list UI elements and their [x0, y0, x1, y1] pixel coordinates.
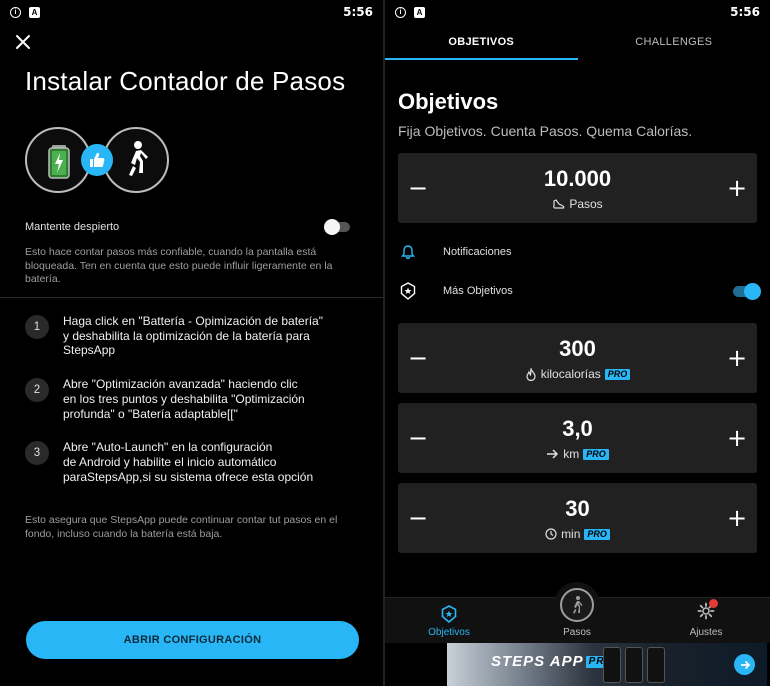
- phone-image: [647, 647, 665, 683]
- tab-challenges[interactable]: CHALLENGES: [578, 24, 770, 60]
- arrow-right-icon[interactable]: [734, 654, 755, 675]
- step-number: 1: [25, 315, 49, 339]
- gear-icon: [697, 599, 718, 623]
- more-goals-row: Más Objetivos: [398, 279, 761, 303]
- tab-bar: OBJETIVOS CHALLENGES: [385, 24, 770, 60]
- ad-banner[interactable]: STEPS APP PRO: [447, 643, 767, 686]
- star-badge-icon: [441, 605, 457, 623]
- page-title: Instalar Contador de Pasos: [25, 66, 346, 96]
- status-bar: i A 5:56: [0, 0, 383, 24]
- goal-value: 10.000: [543, 166, 612, 191]
- step-text: Abre "Optimización avanzada" haciendo cl…: [63, 377, 305, 421]
- notifications-label: Notificaciones: [443, 246, 512, 258]
- open-settings-button[interactable]: ABRIR CONFIGURACIÓN: [26, 621, 359, 659]
- step-number: 2: [25, 378, 49, 403]
- goal-unit: min PRO: [398, 527, 757, 541]
- nav-objetivos[interactable]: Objetivos: [409, 598, 489, 644]
- bell-icon: [398, 242, 418, 262]
- goal-unit-label: kilocalorías: [540, 367, 601, 381]
- clock-icon: [545, 528, 557, 540]
- battery-icon: [48, 145, 70, 179]
- nav-label: Ajustes: [689, 627, 723, 638]
- time-goal-card: − 30 min PRO +: [398, 483, 757, 553]
- info-status-icon: i: [10, 6, 21, 18]
- goal-unit-label: Pasos: [569, 197, 603, 211]
- pro-badge: PRO: [604, 368, 631, 380]
- increase-button[interactable]: +: [717, 483, 757, 553]
- instruction-step: 2 Abre "Optimización avanzada" haciendo …: [25, 377, 355, 421]
- step-text: Haga click en "Battería - Opimización de…: [63, 314, 323, 358]
- status-bar: i A 5:56: [385, 0, 770, 24]
- increase-button[interactable]: +: [717, 323, 757, 393]
- goal-unit: km PRO: [398, 447, 757, 461]
- keep-awake-label: Mantente despierto: [25, 221, 120, 233]
- goal-value: 300: [559, 336, 596, 361]
- nav-label: Pasos: [563, 627, 591, 638]
- shoe-icon: [553, 198, 565, 209]
- increase-button[interactable]: +: [717, 153, 757, 223]
- nav-label: Objetivos: [428, 627, 470, 638]
- nav-pasos[interactable]: Pasos: [537, 598, 617, 644]
- distance-goal-card: − 3,0 km PRO +: [398, 403, 757, 473]
- walking-person-icon: [129, 141, 148, 176]
- a-status-icon: A: [414, 6, 425, 18]
- goal-unit-label: min: [561, 527, 581, 541]
- ad-brand: STEPS APP PRO: [491, 653, 617, 670]
- goals-screen: i A 5:56 OBJETIVOS CHALLENGES Objetivos …: [385, 0, 770, 686]
- goal-value: 30: [565, 496, 590, 521]
- tab-objetivos[interactable]: OBJETIVOS: [385, 24, 578, 60]
- instruction-step: 3 Abre "Auto-Launch" en la configuración…: [25, 440, 355, 484]
- step-text: Abre "Auto-Launch" en la configuración d…: [63, 440, 314, 484]
- keep-awake-toggle[interactable]: [324, 219, 350, 235]
- calories-goal-card: − 300 kilocalorías PRO +: [398, 323, 757, 393]
- ad-brand-text: STEPS APP: [491, 653, 584, 670]
- divider: [0, 297, 383, 298]
- notification-badge: [709, 599, 718, 608]
- instruction-step: 1 Haga click en "Battería - Opimización …: [25, 314, 355, 358]
- increase-button[interactable]: +: [717, 403, 757, 473]
- a-status-icon: A: [29, 6, 40, 18]
- close-icon[interactable]: [14, 33, 32, 51]
- footnote: Esto asegura que StepsApp puede continua…: [25, 514, 338, 540]
- keep-awake-row: Mantente despierto: [25, 219, 350, 235]
- steps-goal-card: − 10.000 Pasos +: [398, 153, 757, 223]
- status-time: 5:56: [730, 5, 760, 19]
- more-goals-label: Más Objetivos: [443, 285, 513, 297]
- goal-unit-label: km: [563, 447, 580, 461]
- notifications-row[interactable]: Notificaciones: [398, 240, 757, 264]
- goal-value: 3,0: [562, 416, 593, 441]
- page-title: Objetivos: [398, 89, 499, 114]
- thumbs-up-icon: [81, 144, 113, 176]
- nav-ajustes[interactable]: Ajustes: [666, 598, 746, 644]
- goal-unit: Pasos: [398, 197, 757, 211]
- info-status-icon: i: [395, 6, 406, 18]
- bottom-navigation: Objetivos Pasos Ajustes: [385, 582, 770, 644]
- star-badge-icon: [398, 281, 418, 301]
- pro-badge: PRO: [584, 528, 610, 540]
- flame-icon: [526, 367, 536, 381]
- more-goals-toggle[interactable]: [733, 282, 761, 300]
- goal-unit: kilocalorías PRO: [398, 367, 757, 381]
- pro-badge: PRO: [583, 448, 609, 460]
- hero-illustration: [25, 127, 175, 197]
- keep-awake-description: Esto hace contar pasos más confiable, cu…: [25, 246, 333, 285]
- arrow-right-icon: [547, 449, 559, 459]
- instruction-steps: 1 Haga click en "Battería - Opimización …: [25, 314, 355, 503]
- phone-image: [603, 647, 621, 683]
- status-time: 5:56: [343, 5, 373, 19]
- install-step-counter-screen: i A 5:56 Instalar Contador de Pasos Mant: [0, 0, 383, 686]
- page-subtitle: Fija Objetivos. Cuenta Pasos. Quema Calo…: [398, 123, 693, 139]
- phone-image: [625, 647, 643, 683]
- step-number: 3: [25, 441, 49, 466]
